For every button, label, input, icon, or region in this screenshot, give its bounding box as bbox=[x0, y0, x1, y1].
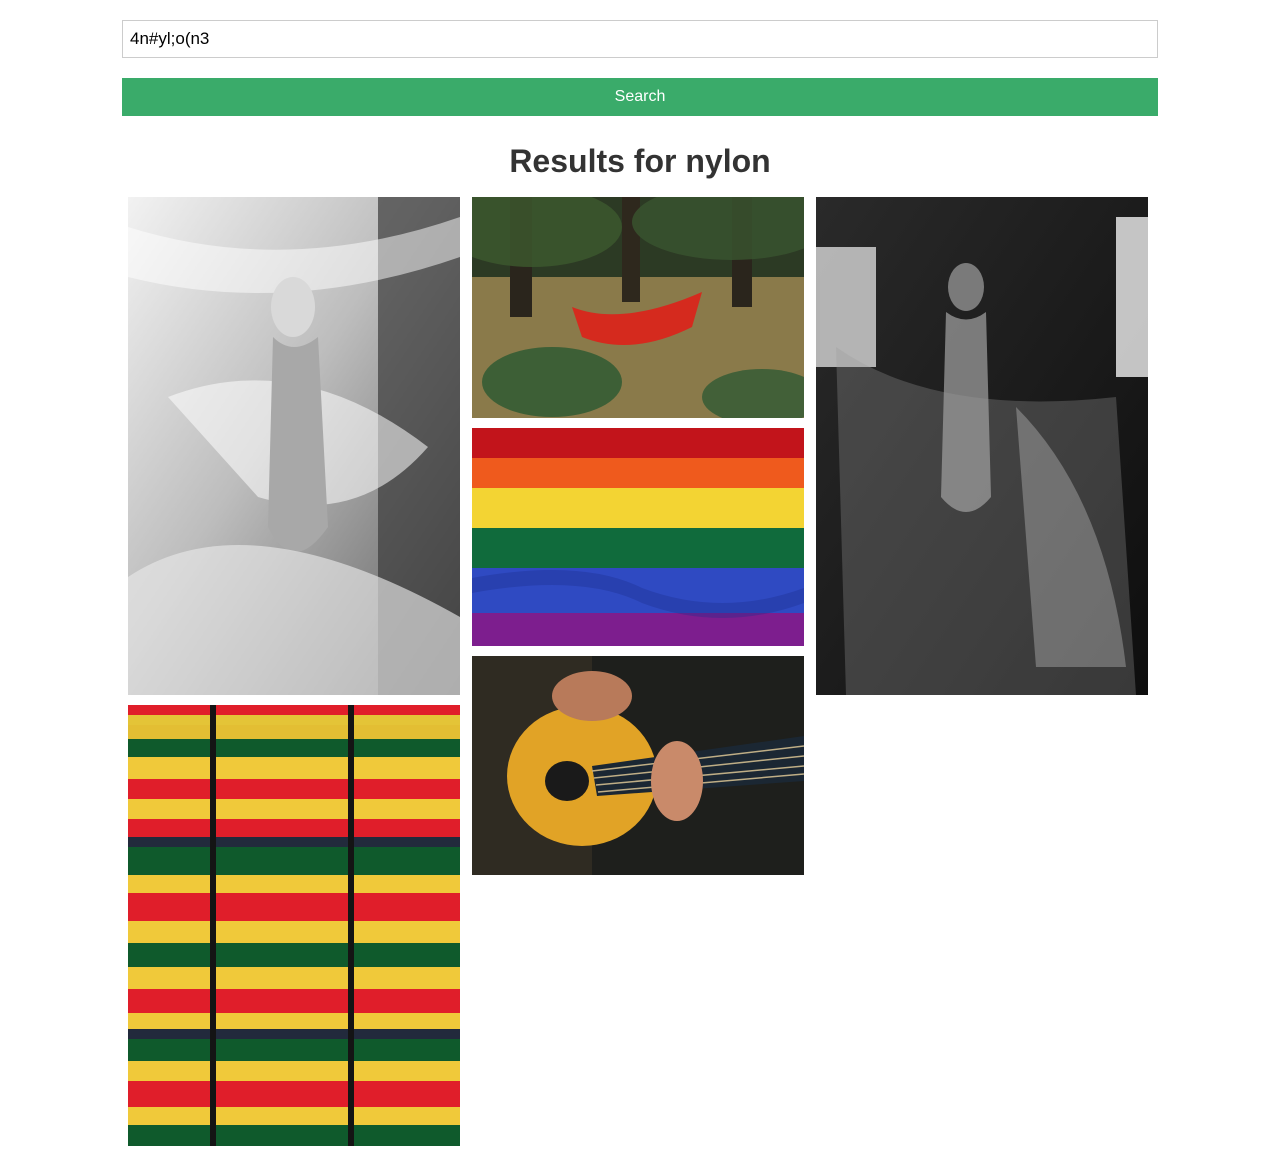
result-photo-hammock[interactable] bbox=[472, 197, 804, 418]
search-button[interactable]: Search bbox=[122, 78, 1158, 116]
result-photo-rainbow-flag[interactable] bbox=[472, 428, 804, 646]
result-photo-striped-fabric[interactable] bbox=[128, 705, 460, 1146]
result-photo-dancer-plastic[interactable] bbox=[816, 197, 1148, 695]
results-heading: Results for nylon bbox=[509, 143, 771, 179]
result-photo-woman-plastic[interactable] bbox=[128, 197, 460, 695]
search-input[interactable] bbox=[122, 20, 1158, 58]
result-photo-guitar[interactable] bbox=[472, 656, 804, 875]
